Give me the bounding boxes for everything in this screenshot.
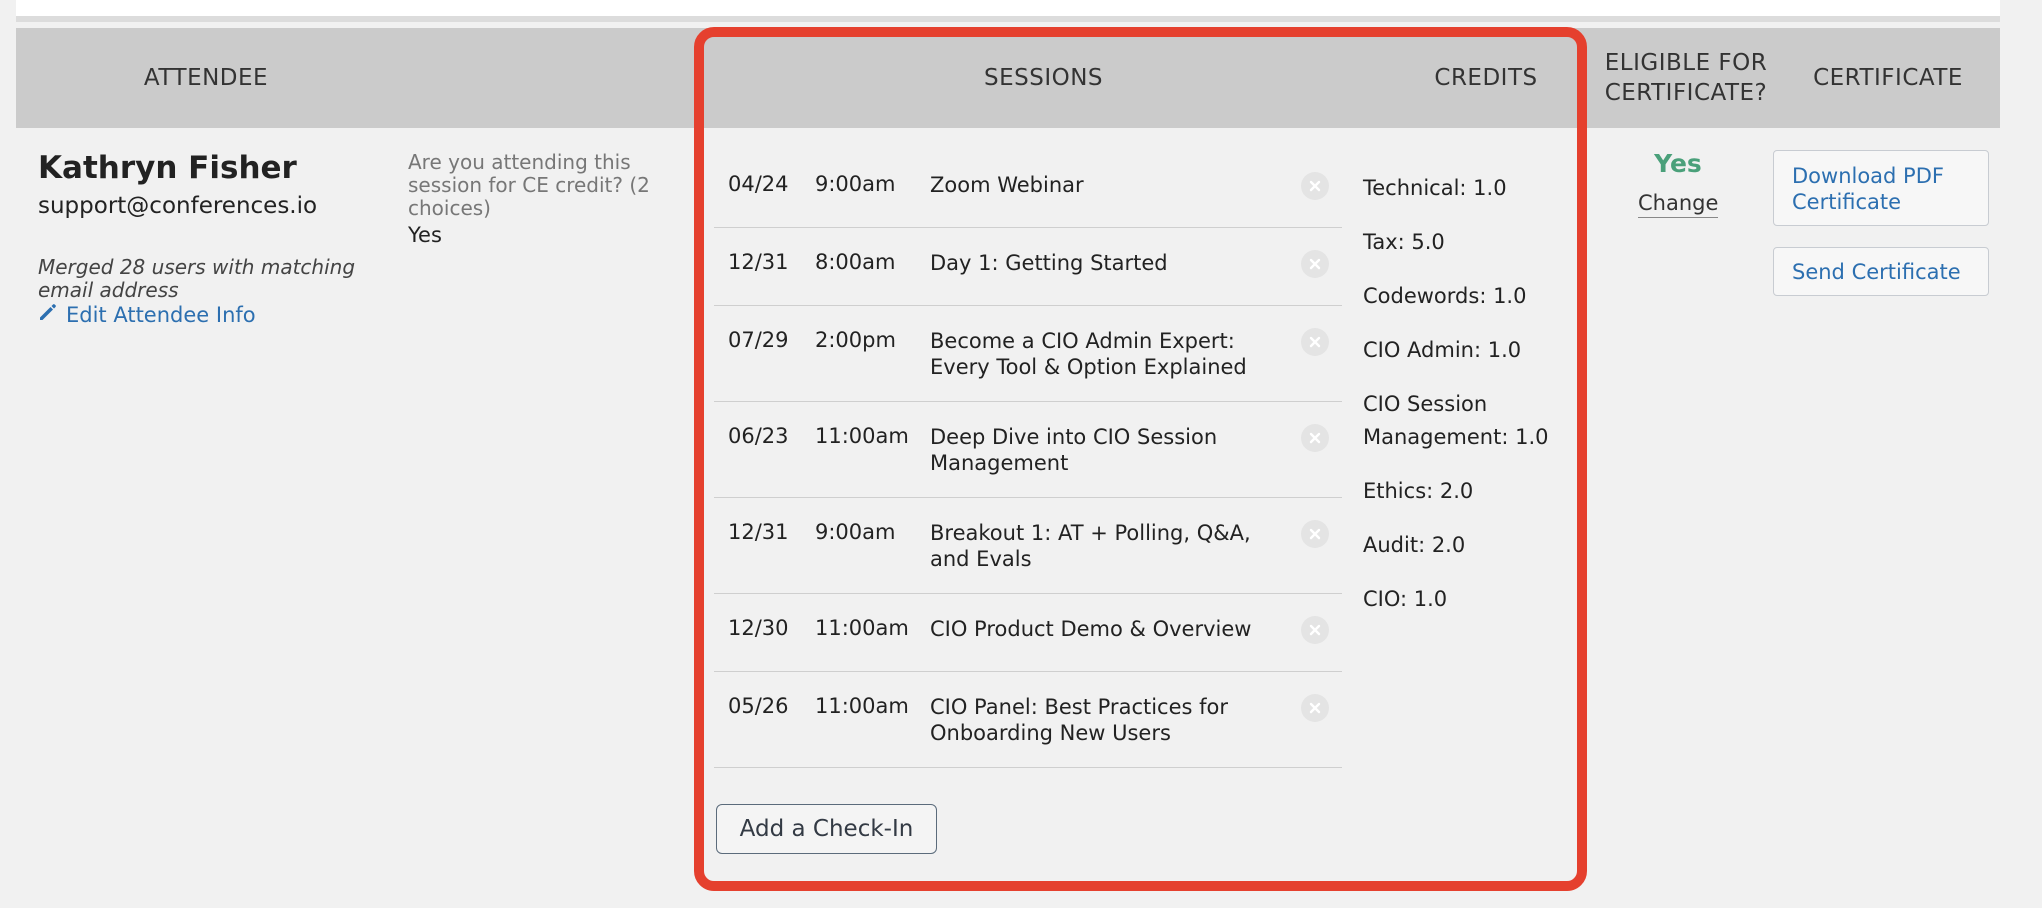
ce-credit-question: Are you attending this session for CE cr…: [408, 150, 650, 220]
session-date: 06/23: [728, 424, 789, 448]
session-date: 07/29: [728, 328, 789, 352]
header-eligible: ELIGIBLE FOR CERTIFICATE?: [1604, 50, 1768, 106]
header-sessions: SESSIONS: [983, 65, 1104, 91]
remove-session-button[interactable]: [1301, 250, 1329, 278]
merged-note: Merged 28 users with matching email addr…: [38, 255, 356, 302]
session-title: Deep Dive into CIO Session Management: [930, 425, 1218, 475]
session-row: 04/24 9:00am Zoom Webinar: [714, 150, 1342, 228]
remove-session-button[interactable]: [1301, 172, 1329, 200]
remove-circle-icon: [1309, 258, 1321, 270]
credit-item: CIO Session Management: 1.0: [1363, 392, 1549, 449]
add-checkin-button[interactable]: Add a Check-In: [716, 804, 937, 854]
table-header: ATTENDEE SESSIONS CREDITS ELIGIBLE FOR C…: [16, 28, 2000, 128]
edit-attendee-label: Edit Attendee Info: [66, 302, 256, 327]
session-time: 11:00am: [815, 424, 909, 448]
session-title: Day 1: Getting Started: [930, 251, 1168, 275]
credit-item: CIO: 1.0: [1363, 587, 1448, 611]
top-panel-edge: [16, 0, 2000, 22]
download-pdf-certificate-button[interactable]: Download PDF Certificate: [1773, 150, 1989, 226]
remove-session-button[interactable]: [1301, 694, 1329, 722]
credit-item: Technical: 1.0: [1363, 176, 1507, 200]
session-date: 12/30: [728, 616, 789, 640]
session-time: 11:00am: [815, 694, 909, 718]
session-title: Zoom Webinar: [930, 173, 1084, 197]
session-date: 12/31: [728, 520, 789, 544]
credit-item: Audit: 2.0: [1363, 533, 1466, 557]
session-date: 04/24: [728, 172, 789, 196]
attendee-email: support@conferences.io: [38, 193, 318, 219]
session-row: 06/23 11:00am Deep Dive into CIO Session…: [714, 402, 1342, 498]
remove-circle-icon: [1309, 624, 1321, 636]
session-title: Become a CIO Admin Expert: Every Tool & …: [930, 329, 1247, 379]
remove-session-button[interactable]: [1301, 424, 1329, 452]
session-time: 2:00pm: [815, 328, 896, 352]
credits-list: Technical: 1.0 Tax: 5.0 Codewords: 1.0 C…: [1363, 172, 1573, 637]
credit-item: Codewords: 1.0: [1363, 284, 1527, 308]
session-row: 12/30 11:00am CIO Product Demo & Overvie…: [714, 594, 1342, 672]
ce-credit-answer: Yes: [408, 223, 442, 247]
session-row: 12/31 8:00am Day 1: Getting Started: [714, 228, 1342, 306]
header-credits: CREDITS: [1434, 65, 1538, 91]
remove-circle-icon: [1309, 336, 1321, 348]
remove-session-button[interactable]: [1301, 616, 1329, 644]
remove-circle-icon: [1309, 528, 1321, 540]
session-time: 8:00am: [815, 250, 896, 274]
session-title: CIO Panel: Best Practices for Onboarding…: [930, 695, 1229, 745]
session-date: 12/31: [728, 250, 789, 274]
session-date: 05/26: [728, 694, 789, 718]
remove-session-button[interactable]: [1301, 520, 1329, 548]
attendee-name: Kathryn Fisher: [38, 150, 297, 186]
session-title: CIO Product Demo & Overview: [930, 617, 1252, 641]
session-time: 9:00am: [815, 172, 896, 196]
header-certificate: CERTIFICATE: [1813, 65, 1963, 91]
credit-item: Ethics: 2.0: [1363, 479, 1474, 503]
send-certificate-button[interactable]: Send Certificate: [1773, 247, 1989, 296]
remove-circle-icon: [1309, 702, 1321, 714]
eligibility-status: Yes: [1654, 149, 1702, 178]
pencil-icon: [38, 302, 58, 327]
remove-circle-icon: [1309, 432, 1321, 444]
remove-circle-icon: [1309, 180, 1321, 192]
credit-item: CIO Admin: 1.0: [1363, 338, 1522, 362]
header-attendee: ATTENDEE: [143, 65, 269, 91]
session-list: 04/24 9:00am Zoom Webinar 12/31 8:00am D…: [714, 150, 1342, 768]
session-time: 9:00am: [815, 520, 896, 544]
session-time: 11:00am: [815, 616, 909, 640]
session-title: Breakout 1: AT + Polling, Q&A, and Evals: [930, 521, 1251, 571]
remove-session-button[interactable]: [1301, 328, 1329, 356]
change-eligibility-link[interactable]: Change: [1638, 191, 1718, 218]
session-row: 05/26 11:00am CIO Panel: Best Practices …: [714, 672, 1342, 768]
session-row: 07/29 2:00pm Become a CIO Admin Expert: …: [714, 306, 1342, 402]
credit-item: Tax: 5.0: [1363, 230, 1445, 254]
edit-attendee-link[interactable]: Edit Attendee Info: [38, 302, 256, 327]
session-row: 12/31 9:00am Breakout 1: AT + Polling, Q…: [714, 498, 1342, 594]
